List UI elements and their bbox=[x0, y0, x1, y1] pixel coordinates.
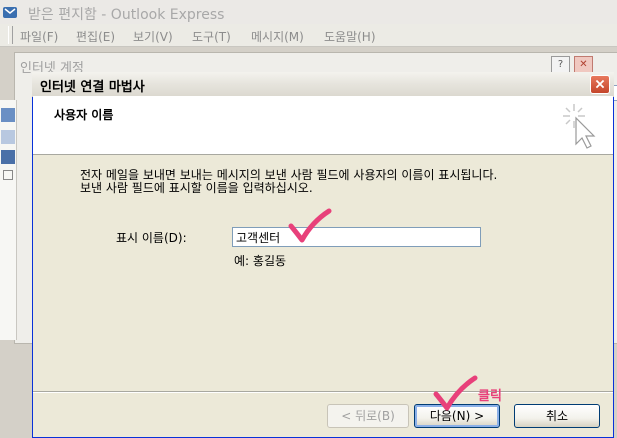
wizard-separator bbox=[33, 391, 613, 393]
folder-pane bbox=[0, 100, 17, 340]
folder-icon[interactable] bbox=[1, 130, 15, 144]
close-icon[interactable] bbox=[590, 75, 610, 94]
menu-message[interactable]: 메시지(M) bbox=[251, 28, 304, 45]
menu-tools[interactable]: 도구(T) bbox=[192, 28, 231, 45]
menu-edit[interactable]: 편집(E) bbox=[76, 28, 115, 45]
folder-icon[interactable] bbox=[1, 108, 15, 122]
wizard-title: 인터넷 연결 마법사 bbox=[40, 80, 145, 95]
expand-icon[interactable] bbox=[3, 170, 13, 180]
display-name-label: 표시 이름(D): bbox=[116, 231, 187, 245]
menu-help[interactable]: 도움말(H) bbox=[324, 28, 376, 45]
wizard-header bbox=[33, 96, 613, 155]
wizard-cursor-icon bbox=[563, 104, 596, 149]
outlook-menubar: 파일(F) 편집(E) 보기(V) 도구(T) 메시지(M) 도움말(H) bbox=[0, 24, 617, 47]
cancel-button[interactable]: 취소 bbox=[514, 404, 600, 428]
outlook-window-title: 받은 편지함 - Outlook Express bbox=[28, 7, 225, 23]
checkmark-icon bbox=[288, 208, 332, 243]
back-button[interactable]: < 뒤로(B) bbox=[327, 404, 409, 428]
wizard-description-line2: 보낸 사람 필드에 표시할 이름을 입력하십시오. bbox=[80, 181, 313, 195]
outlook-app-icon bbox=[3, 7, 17, 18]
click-annotation: 클릭 bbox=[478, 389, 502, 404]
menu-file[interactable]: 파일(F) bbox=[20, 28, 58, 45]
menu-view[interactable]: 보기(V) bbox=[133, 28, 173, 45]
wizard-step-title: 사용자 이름 bbox=[54, 108, 114, 122]
menubar-grip bbox=[8, 26, 13, 44]
close-icon[interactable]: ✕ bbox=[574, 56, 593, 73]
folder-icon[interactable] bbox=[1, 150, 15, 164]
checkmark-icon bbox=[433, 375, 478, 411]
help-icon[interactable]: ? bbox=[551, 56, 570, 73]
display-name-example: 예: 홍길동 bbox=[234, 254, 287, 268]
display-name-input[interactable] bbox=[232, 227, 481, 247]
